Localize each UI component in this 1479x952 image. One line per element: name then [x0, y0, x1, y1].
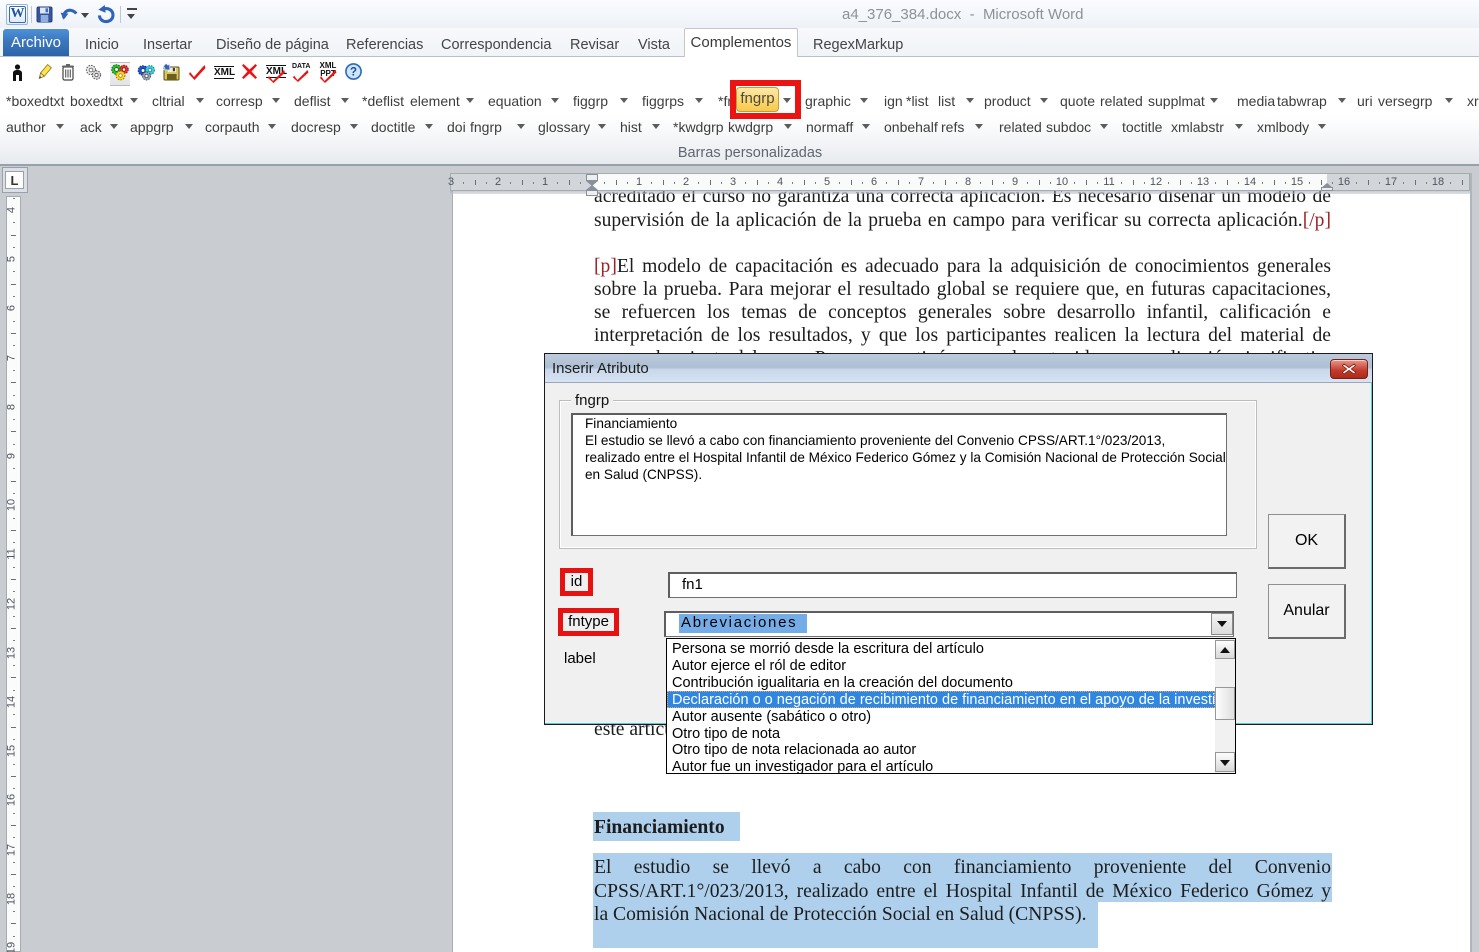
svg-text:?: ?: [350, 67, 357, 79]
